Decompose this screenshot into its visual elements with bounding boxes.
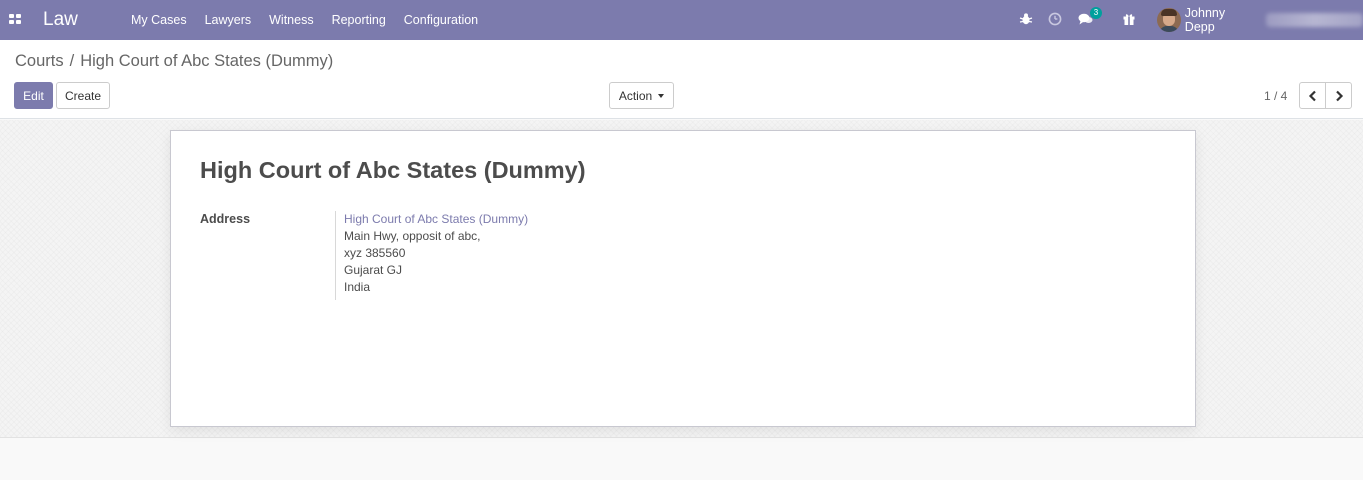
app-name[interactable]: Law — [43, 9, 78, 31]
menu-item-my-cases[interactable]: My Cases — [122, 0, 196, 40]
main-menu: My Cases Lawyers Witness Reporting Confi… — [122, 0, 487, 40]
apps-menu-icon[interactable] — [9, 14, 21, 25]
record-title: High Court of Abc States (Dummy) — [200, 157, 586, 183]
control-panel: Courts / High Court of Abc States (Dummy… — [0, 40, 1363, 119]
pager-previous-button[interactable] — [1299, 82, 1326, 109]
address-value: High Court of Abc States (Dummy) Main Hw… — [335, 211, 528, 300]
chevron-right-icon — [1335, 90, 1343, 101]
form-sheet: High Court of Abc States (Dummy) Address… — [170, 130, 1196, 427]
bug-icon[interactable] — [1019, 12, 1035, 28]
breadcrumb-separator: / — [69, 52, 75, 70]
address-city-zip: xyz 385560 — [344, 246, 406, 260]
breadcrumb-courts-link[interactable]: Courts — [15, 52, 64, 71]
breadcrumb-current: High Court of Abc States (Dummy) — [80, 52, 334, 70]
breadcrumb: Courts / High Court of Abc States (Dummy… — [15, 52, 333, 71]
top-navbar: Law My Cases Lawyers Witness Reporting C… — [0, 0, 1363, 40]
user-avatar — [1157, 8, 1181, 32]
chevron-left-icon — [1308, 90, 1316, 101]
blurred-database-name — [1265, 13, 1363, 27]
edit-button[interactable]: Edit — [14, 82, 53, 109]
menu-item-reporting[interactable]: Reporting — [323, 0, 395, 40]
address-contact-link[interactable]: High Court of Abc States (Dummy) — [344, 211, 528, 228]
address-label: Address — [200, 212, 251, 226]
user-menu[interactable]: Johnny Depp — [1157, 6, 1363, 34]
chat-icon[interactable]: 3 — [1078, 7, 1102, 28]
menu-item-configuration[interactable]: Configuration — [395, 0, 487, 40]
pager-value[interactable]: 1 / 4 — [1264, 89, 1287, 103]
create-button[interactable]: Create — [56, 82, 110, 109]
address-street: Main Hwy, opposit of abc, — [344, 229, 481, 243]
address-country: India — [344, 280, 371, 294]
user-name: Johnny Depp — [1184, 6, 1226, 34]
menu-item-lawyers[interactable]: Lawyers — [196, 0, 261, 40]
address-state: Gujarat GJ — [344, 263, 403, 277]
action-dropdown-button[interactable]: Action — [609, 82, 674, 109]
messages-badge: 3 — [1090, 7, 1102, 19]
action-label: Action — [618, 88, 653, 103]
menu-item-witness[interactable]: Witness — [260, 0, 322, 40]
clock-icon[interactable] — [1048, 12, 1064, 28]
gift-icon[interactable] — [1122, 12, 1138, 28]
pager-next-button[interactable] — [1325, 82, 1352, 109]
caret-down-icon — [658, 93, 665, 98]
